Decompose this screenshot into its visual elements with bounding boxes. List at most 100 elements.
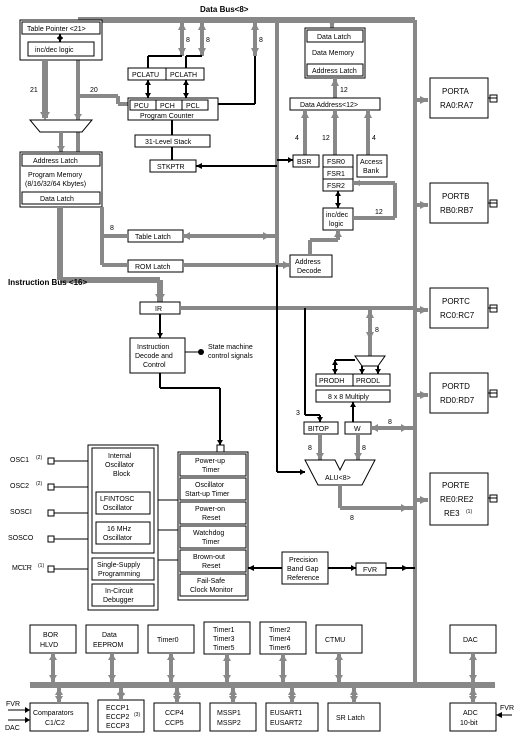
pcu-label: PCU [134,103,149,110]
periph-mssp: MSSP1 MSSP2 [210,688,256,731]
pbg-l2: Band Gap [287,566,319,573]
osc1-pin [48,458,54,464]
signal-dot [198,349,204,355]
m16-l1: 16 MHz [107,526,132,533]
svg-text:Timer3: Timer3 [213,636,235,643]
re-label: RE0:RE2 [440,495,474,504]
addr-decode-l2: Decode [297,268,321,275]
mclr-pin [48,566,54,572]
porta-label: PORTA [442,87,469,96]
svg-text:Data: Data [102,632,117,639]
periph-adc: ADC 10-bit FVR [450,688,514,731]
sm-l1: State machine [208,344,253,351]
portb-group: PORTB RB0:RB7 [430,183,497,223]
bank-label: Bank [363,168,379,175]
program-memory-sub: (8/16/32/64 Kbytes) [25,181,86,188]
bw-4b: 4 [372,135,376,142]
rom-latch-label: ROM Latch [135,264,171,271]
portd-label: PORTD [442,382,470,391]
icd-l2: Debugger [103,597,134,604]
periph-eccp: ECCP1 ECCP2 (3) ECCP3 [98,688,144,732]
bus-width-8c: 8 [259,37,263,44]
address-latch-2-label: Address Latch [312,68,357,75]
portc-label: PORTC [442,297,470,306]
fscm-l1: Fail-Safe [197,578,225,585]
osc2-label: OSC2 [10,483,29,490]
svg-text:10-bit: 10-bit [460,720,478,727]
bw-8h: 8 [362,445,366,452]
svg-text:Timer2: Timer2 [269,627,291,634]
svg-text:Timer5: Timer5 [213,645,235,652]
ra-label: RA0:RA7 [440,101,474,110]
stack-label: 31-Level Stack [145,139,192,146]
table-pointer-label: Table Pointer <21> [27,26,86,33]
incdec-logic-label: inc/dec logic [35,47,74,54]
fsr1-label: FSR1 [327,171,345,178]
access-label: Access [360,159,383,166]
program-memory-label: Program Memory [28,172,83,179]
fscm-l2: Clock Monitor [190,587,233,594]
svg-text:ECCP1: ECCP1 [106,705,129,712]
alu-label: ALU<8> [325,475,351,482]
porta-group: PORTA RA0:RA7 [430,78,497,118]
mclr-label: MCLR [12,565,32,572]
stkptr-label: STKPTR [157,164,185,171]
periph-ctmu: CTMU [316,625,362,682]
svg-text:HLVD: HLVD [40,642,58,649]
ssp-l1: Single-Supply [97,562,141,569]
periph-t246: Timer2 Timer4 Timer6 [260,622,306,682]
bw-4a: 4 [295,135,299,142]
data-memory-label: Data Memory [312,50,355,57]
svg-text:EUSART2: EUSART2 [270,720,302,727]
osc1-note: (2) [36,455,42,461]
data-latch-1-label: Data Latch [40,196,74,203]
bw-8g: 8 [308,445,312,452]
fvr-in-1: FVR [6,701,20,708]
portd-group: PORTD RD0:RD7 [430,373,497,413]
svg-text:Comparators: Comparators [33,710,74,717]
svg-text:EUSART1: EUSART1 [270,710,302,717]
w-label: W [354,426,361,433]
svg-text:Timer4: Timer4 [269,636,291,643]
fvr-label: FVR [363,567,377,574]
int-osc-l2: Oscillator [105,462,135,469]
por-l1: Power-on [195,506,225,513]
bw-8e: 8 [375,327,379,334]
periph-bor: BOR HLVD [30,625,76,682]
bus-width-20: 20 [90,87,98,94]
bus-width-12a: 12 [340,87,348,94]
m16-l2: Oscillator [103,535,133,542]
put-l2: Timer [202,467,220,474]
int-osc-l3: Block [113,471,131,478]
ir-label: IR [155,306,162,313]
bw-12c: 12 [375,209,383,216]
int-osc-l1: Internal [108,453,132,460]
sosci-pin [48,510,54,516]
incdec2-l2: logic [329,221,344,228]
bor-l2: Reset [202,563,220,570]
svg-text:Timer6: Timer6 [269,645,291,652]
lfint-l1: LFINTOSC [100,496,135,503]
table-latch-label: Table Latch [135,234,171,241]
svg-text:CTMU: CTMU [325,637,345,644]
bitop-label: BITOP [308,426,329,433]
periph-comp: Comparators C1/C2 FVR DAC [5,688,88,732]
bor-l1: Brown-out [193,554,225,561]
svg-text:MSSP1: MSSP1 [217,710,241,717]
bsr-label: BSR [297,159,311,166]
svg-text:ECCP3: ECCP3 [106,723,129,730]
addr-decode-l1: Address [295,259,321,266]
idc-l1: Instruction [137,344,169,351]
data-bus-label: Data Bus<8> [200,5,249,14]
data-latch-2-label: Data Latch [317,34,351,41]
osc2-note: (2) [36,481,42,487]
bw-8f: 8 [388,419,392,426]
bus-width-8a: 8 [186,37,190,44]
periph-eeprom: Data EEPROM [86,625,138,682]
periph-eusart: EUSART1 EUSART2 [266,688,318,731]
por-l2: Reset [202,515,220,522]
portc-group: PORTC RC0:RC7 [430,288,497,328]
bw-3: 3 [296,410,300,417]
mult-label: 8 x 8 Multiply [328,394,369,401]
svg-text:SR Latch: SR Latch [336,715,365,722]
